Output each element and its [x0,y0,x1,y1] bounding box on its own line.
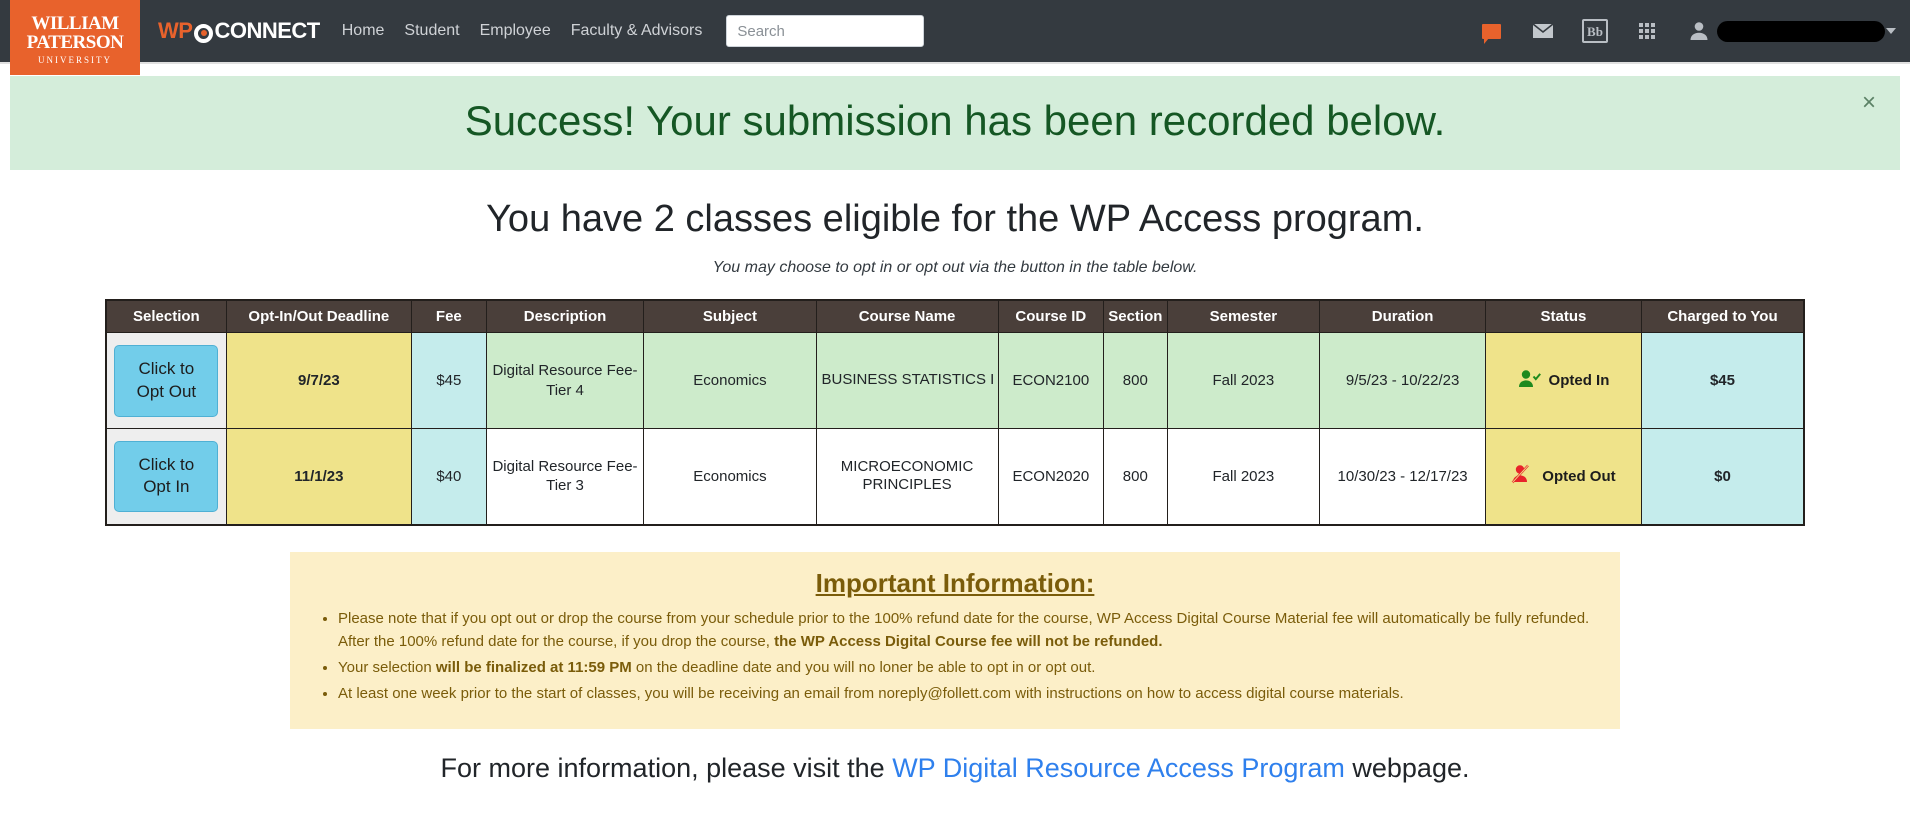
nav-item-student[interactable]: Student [404,22,459,40]
user-name-redacted [1717,20,1885,42]
column-header-deadline: Opt-In/Out Deadline [225,299,412,334]
column-header-description: Description [485,299,645,334]
user-menu[interactable] [1686,19,1896,43]
access-table-container: Selection Opt-In/Out Deadline Fee Descri… [105,299,1805,526]
chevron-down-icon [1886,28,1896,34]
blackboard-icon[interactable]: Bb [1582,19,1608,43]
column-header-semester: Semester [1166,299,1321,334]
success-alert: Success! Your submission has been record… [10,76,1900,171]
fee-cell: $45 [410,332,487,430]
apps-grid-icon[interactable] [1634,19,1660,43]
opt-button-line-1: Click to [138,454,195,474]
brand-connect-text: CONNECT [214,18,320,43]
nav-item-faculty-advisors[interactable]: Faculty & Advisors [571,22,703,40]
course-name-cell: BUSINESS STATISTICS I [815,332,999,430]
duration-cell: 9/5/23 - 10/22/23 [1319,332,1486,430]
course-name-cell: MICROECONOMIC PRINCIPLES [815,428,999,526]
column-header-charged-to-you: Charged to You [1640,299,1805,334]
user-slash-icon [1511,464,1535,488]
opt-button-line-2: Opt In [143,477,190,497]
column-header-subject: Subject [643,299,817,334]
description-cell: Digital Resource Fee-Tier 3 [485,428,645,526]
bullet-text-bold: will be finalized at 11:59 PM [435,659,632,677]
navbar-right-icons: Bb [1478,19,1896,44]
important-information-title: Important Information: [815,567,1095,598]
list-item: Please note that if you opt out or drop … [338,607,1594,654]
column-header-section: Section [1103,299,1168,334]
table-header-row: Selection Opt-In/Out Deadline Fee Descri… [105,299,1805,334]
footer-text-after: webpage. [1344,752,1470,783]
important-information-box: Important Information: Please note that … [290,551,1620,729]
opt-button-line-2: Opt Out [136,381,197,401]
page-title: You have 2 classes eligible for the WP A… [486,198,1424,241]
status-cell: Opted Out [1484,428,1642,526]
column-header-selection: Selection [105,299,227,334]
status-cell: Opted In [1484,332,1642,430]
search-input[interactable] [726,15,925,47]
course-id-cell: ECON2100 [997,332,1105,430]
opt-out-button[interactable]: Click to Opt Out [114,344,219,417]
semester-cell: Fall 2023 [1166,332,1321,430]
opt-button-line-1: Click to [138,358,195,378]
section-cell: 800 [1103,428,1168,526]
description-cell: Digital Resource Fee-Tier 4 [485,332,645,430]
semester-cell: Fall 2023 [1166,428,1321,526]
wp-digital-resource-access-program-link[interactable]: WP Digital Resource Access Program [892,753,1345,783]
user-check-icon [1518,369,1542,393]
table-row: Click to Opt In 11/1/23 $40 Digital Reso… [105,428,1805,526]
column-header-duration: Duration [1319,299,1486,334]
deadline-cell: 9/7/23 [225,332,412,430]
brand-wp-text: WP [158,18,193,43]
user-avatar-icon [1686,19,1712,43]
charged-cell: $45 [1640,332,1805,430]
logo-line-3: UNIVERSITY [38,55,112,65]
bullet-text-part-1: Your selection [338,659,436,677]
section-cell: 800 [1103,332,1168,430]
duration-cell: 10/30/23 - 12/17/23 [1319,428,1486,526]
subject-cell: Economics [643,428,817,526]
column-header-status: Status [1484,299,1642,334]
footer-info-line: For more information, please visit the W… [0,753,1910,784]
nav-item-home[interactable]: Home [342,22,385,40]
opt-in-button[interactable]: Click to Opt In [114,440,219,513]
wp-connect-brand[interactable]: WP CONNECT [158,18,320,44]
logo-line-1: WILLIAM [31,13,119,34]
footer-text-before: For more information, please visit the [440,752,893,783]
page-subtitle: You may choose to opt in or opt out via … [712,259,1198,277]
important-information-list: Please note that if you opt out or drop … [316,607,1594,706]
column-header-course-name: Course Name [815,299,999,334]
status-label: Opted Out [1542,467,1616,485]
logo-line-2: PATERSON [26,32,124,53]
envelope-icon[interactable] [1530,19,1556,43]
chat-icon[interactable] [1478,19,1504,44]
course-id-cell: ECON2020 [997,428,1105,526]
bullet-text-part-2: on the deadline date and you will no lon… [631,659,1096,677]
subject-cell: Economics [643,332,817,430]
column-header-fee: Fee [410,299,487,334]
deadline-cell: 11/1/23 [225,428,412,526]
close-icon[interactable]: × [1862,91,1876,115]
fee-cell: $40 [410,428,487,526]
university-logo[interactable]: WILLIAM PATERSON UNIVERSITY [10,0,140,75]
selection-cell: Click to Opt Out [105,332,227,430]
selection-cell: Click to Opt In [105,428,227,526]
bullet-text-bold: the WP Access Digital Course fee will no… [774,632,1163,650]
primary-nav: Home Student Employee Faculty & Advisors [342,22,703,40]
status-label: Opted In [1548,372,1610,390]
table-row: Click to Opt Out 9/7/23 $45 Digital Reso… [105,332,1805,430]
nav-item-employee[interactable]: Employee [480,22,551,40]
charged-cell: $0 [1640,428,1805,526]
list-item: Your selection will be finalized at 11:5… [338,656,1594,679]
success-alert-message: Success! Your submission has been record… [464,97,1446,144]
wp-access-table: Selection Opt-In/Out Deadline Fee Descri… [105,299,1805,526]
bullet-text-part-1: At least one week prior to the start of … [338,685,1404,703]
top-navbar: WILLIAM PATERSON UNIVERSITY WP CONNECT H… [0,0,1910,75]
list-item: At least one week prior to the start of … [338,682,1594,705]
brand-ring-icon [194,23,214,43]
column-header-course-id: Course ID [997,299,1105,334]
